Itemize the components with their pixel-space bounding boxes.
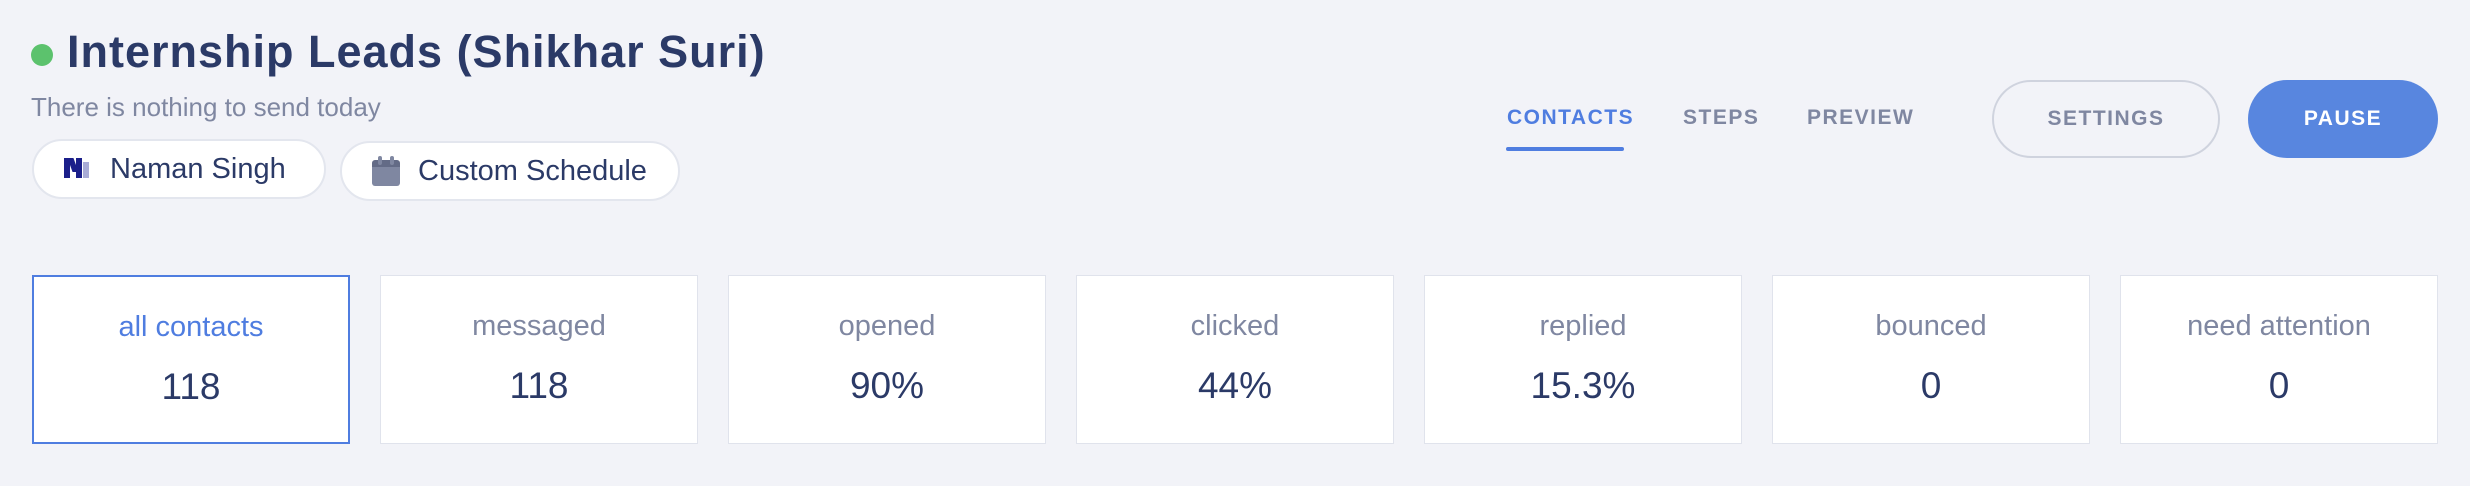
stat-value: 0 xyxy=(2268,365,2290,406)
stat-card-bounced[interactable]: bounced 0 xyxy=(1772,275,2090,444)
campaign-page: Internship Leads (Shikhar Suri) There is… xyxy=(0,0,2470,486)
stat-card-clicked[interactable]: clicked 44% xyxy=(1076,275,1394,444)
stat-value: 118 xyxy=(509,365,569,406)
stat-label: need attention xyxy=(2187,310,2371,342)
pause-button[interactable]: PAUSE xyxy=(2248,80,2438,158)
tab-steps[interactable]: STEPS xyxy=(1683,106,1759,130)
stat-value: 15.3% xyxy=(1530,365,1636,406)
calendar-icon xyxy=(372,156,400,186)
stat-value: 118 xyxy=(161,366,221,407)
stat-label: messaged xyxy=(472,310,606,342)
active-tab-indicator xyxy=(1506,147,1624,151)
schedule-pill[interactable]: Custom Schedule xyxy=(340,141,680,201)
settings-button[interactable]: SETTINGS xyxy=(1992,80,2220,158)
stat-card-all-contacts[interactable]: all contacts 118 xyxy=(32,275,350,444)
stat-label: replied xyxy=(1539,310,1627,342)
tab-contacts[interactable]: CONTACTS xyxy=(1507,106,1634,130)
campaign-subtitle: There is nothing to send today xyxy=(31,92,381,122)
stat-card-opened[interactable]: opened 90% xyxy=(728,275,1046,444)
stat-value: 0 xyxy=(1920,365,1942,406)
stat-label: all contacts xyxy=(118,311,264,343)
stat-value: 90% xyxy=(849,365,925,406)
page-title: Internship Leads (Shikhar Suri) xyxy=(67,26,766,77)
owner-name: Naman Singh xyxy=(110,152,286,185)
stat-card-need-attention[interactable]: need attention 0 xyxy=(2120,275,2438,444)
status-indicator xyxy=(31,44,53,66)
stat-value: 44% xyxy=(1197,365,1273,406)
stat-label: opened xyxy=(838,310,936,342)
stat-label: clicked xyxy=(1190,310,1280,342)
stat-card-replied[interactable]: replied 15.3% xyxy=(1424,275,1742,444)
owner-pill[interactable]: Naman Singh xyxy=(32,139,326,199)
brand-logo-icon xyxy=(64,156,92,182)
schedule-label: Custom Schedule xyxy=(418,154,647,187)
stat-label: bounced xyxy=(1875,310,1987,342)
tab-preview[interactable]: PREVIEW xyxy=(1807,106,1914,130)
stat-card-messaged[interactable]: messaged 118 xyxy=(380,275,698,444)
